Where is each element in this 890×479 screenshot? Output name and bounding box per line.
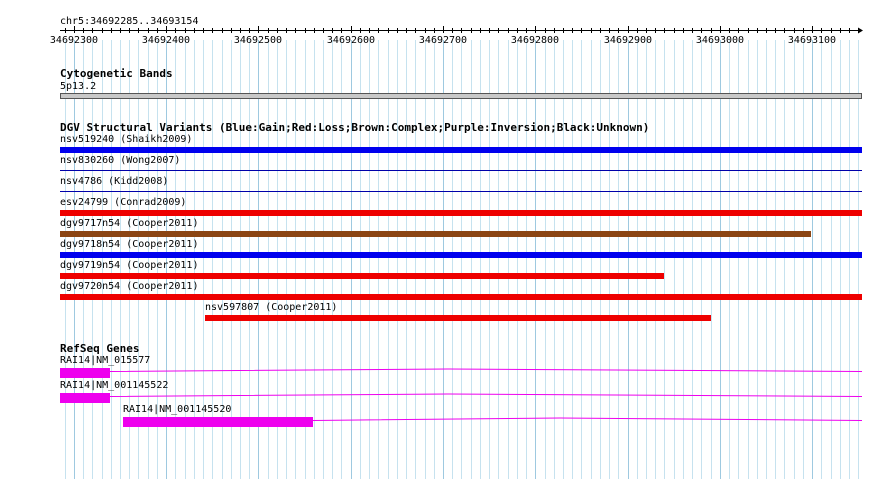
dgv-feature-bar[interactable] [60,231,811,237]
refseq-gene-label[interactable]: RAI14|NM_001145522 [60,380,168,391]
refseq-gene-label[interactable]: RAI14|NM_015577 [60,355,150,366]
dgv-feature-bar[interactable] [60,273,664,279]
dgv-feature-label[interactable]: nsv597807 (Cooper2011) [205,302,337,313]
refseq-intron[interactable] [312,417,863,421]
dgv-feature-bar[interactable] [60,294,862,300]
refseq-exon[interactable] [60,393,110,403]
dgv-feature-bar[interactable] [60,210,862,216]
cytoband-label[interactable]: 5p13.2 [60,81,96,92]
dgv-feature-label[interactable]: nsv519240 (Shaikh2009) [60,134,192,145]
genome-browser: chr5:34692285..34693154 34692300 34692400… [0,0,890,479]
ruler-tick-label: 34693000 [695,35,745,46]
dgv-feature-label[interactable]: dgv9720n54 (Cooper2011) [60,281,198,292]
ruler-tick-label: 34693100 [787,35,837,46]
dgv-feature-bar[interactable] [60,170,862,171]
cytoband-track-title[interactable]: Cytogenetic Bands [60,68,173,80]
dgv-feature-label[interactable]: dgv9719n54 (Cooper2011) [60,260,198,271]
dgv-feature-bar[interactable] [205,315,711,321]
refseq-exon[interactable] [60,368,110,378]
location-label: chr5:34692285..34693154 [60,16,199,27]
refseq-exon[interactable] [123,417,313,427]
ruler-tick-label: 34692500 [233,35,283,46]
dgv-feature-bar[interactable] [60,252,862,258]
dgv-feature-label[interactable]: esv24799 (Conrad2009) [60,197,186,208]
dgv-feature-label[interactable]: dgv9718n54 (Cooper2011) [60,239,198,250]
dgv-feature-label[interactable]: nsv830260 (Wong2007) [60,155,180,166]
dgv-feature-bar[interactable] [60,147,862,153]
ruler-tick-label: 34692900 [603,35,653,46]
ruler-tick-label: 34692600 [326,35,376,46]
ruler-tick-label: 34692400 [141,35,191,46]
ruler-tick-label: 34692800 [510,35,560,46]
ruler-tick-label: 34692700 [418,35,468,46]
refseq-track-title[interactable]: RefSeq Genes [60,343,139,355]
refseq-gene-label[interactable]: RAI14|NM_001145520 [123,404,231,415]
dgv-feature-label[interactable]: nsv4786 (Kidd2008) [60,176,168,187]
dgv-track-title[interactable]: DGV Structural Variants (Blue:Gain;Red:L… [60,122,649,134]
ruler-tick-label: 34692300 [49,35,99,46]
cytoband-bar[interactable] [60,93,862,99]
dgv-feature-bar[interactable] [60,191,862,192]
dgv-feature-label[interactable]: dgv9717n54 (Cooper2011) [60,218,198,229]
